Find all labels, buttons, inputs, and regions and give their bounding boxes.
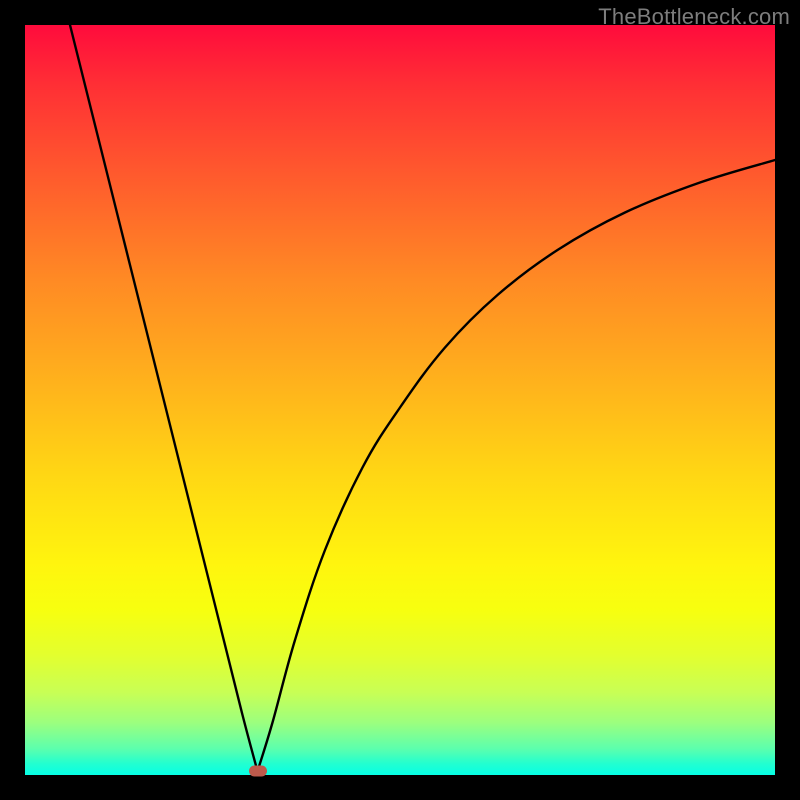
chart-frame (25, 25, 775, 775)
left-curve-path (70, 25, 258, 771)
optimal-point-marker (249, 766, 267, 777)
chart-curves-svg (25, 25, 775, 775)
right-curve-path (258, 160, 776, 771)
watermark-text: TheBottleneck.com (598, 4, 790, 30)
